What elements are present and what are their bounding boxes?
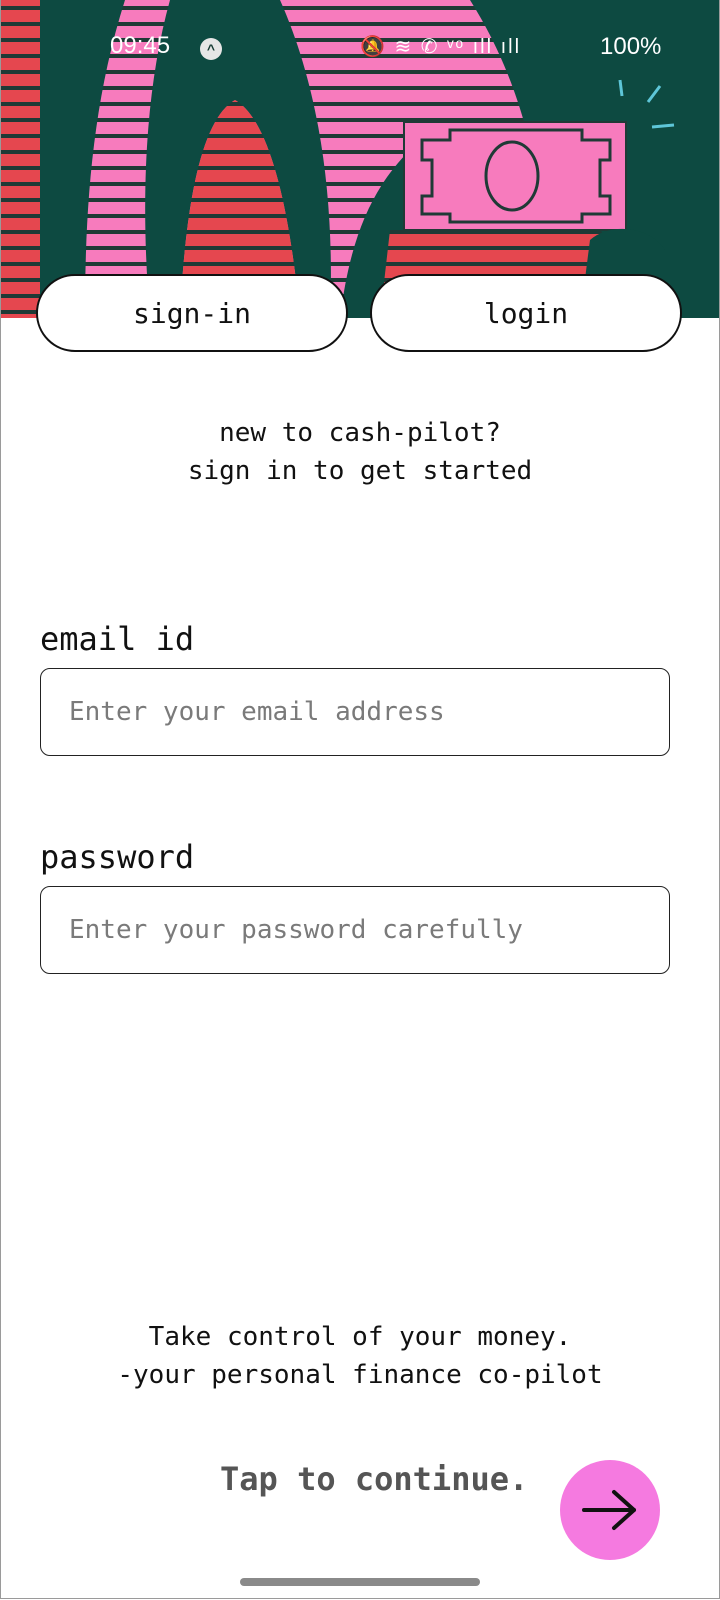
tagline-line-2: -your personal finance co-pilot [117, 1360, 603, 1390]
arrow-right-icon [582, 1490, 636, 1530]
password-field-box [40, 886, 670, 974]
continue-button[interactable] [560, 1460, 660, 1560]
tab-sign-in[interactable]: sign-in [36, 274, 348, 352]
email-field-box [40, 668, 670, 756]
continue-label[interactable]: Tap to continue. [220, 1460, 528, 1498]
password-label: password [40, 838, 195, 876]
email-label: email id [40, 620, 195, 658]
intro-line-2: sign in to get started [187, 456, 533, 486]
intro-text: new to cash-pilot? sign in to get starte… [0, 414, 720, 490]
email-field[interactable] [41, 669, 669, 755]
home-indicator[interactable] [240, 1578, 480, 1586]
status-time: 09:45 [110, 32, 171, 59]
tagline: Take control of your money. -your person… [0, 1318, 720, 1394]
notification-icon: ^ [200, 38, 222, 60]
intro-line-1: new to cash-pilot? [219, 418, 501, 448]
auth-tabs: sign-in login [36, 274, 684, 354]
status-bar: 09:45 ^ 🔕 ≋ ✆ ᵛᵒ ıll ıll 100% [0, 0, 720, 96]
status-icons: 🔕 ≋ ✆ ᵛᵒ ıll ıll [360, 36, 522, 58]
battery-level: 100% [600, 33, 662, 60]
tagline-line-1: Take control of your money. [148, 1322, 572, 1352]
password-field[interactable] [41, 887, 669, 973]
tab-login[interactable]: login [370, 274, 682, 352]
